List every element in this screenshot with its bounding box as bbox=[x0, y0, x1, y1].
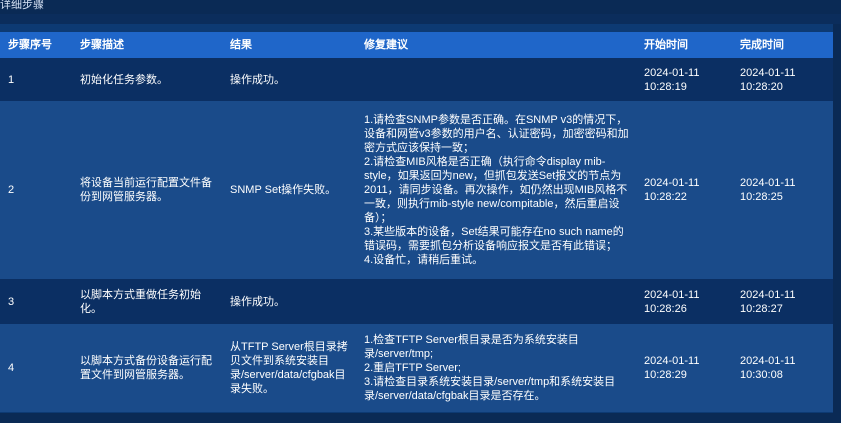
fix-line: 1.请检查SNMP参数是否正确。在SNMP v3的情况下，设备和网管v3参数的用… bbox=[364, 114, 629, 154]
table-header-row: 步骤序号 步骤描述 结果 修复建议 开始时间 完成时间 bbox=[0, 32, 836, 58]
cell-seq: 2 bbox=[8, 184, 15, 196]
cell-fix: 1.检查TFTP Server根目录是否为系统安装目录/server/tmp; … bbox=[356, 324, 636, 412]
start-time: 10:28:22 bbox=[644, 191, 687, 203]
section-title-bar: 详细步骤 bbox=[0, 0, 841, 14]
section-title: 详细步骤 bbox=[0, 0, 44, 11]
end-date: 2024-01-11 bbox=[740, 177, 796, 189]
table-row[interactable]: 3 以脚本方式重做任务初始化。 操作成功。 2024-01-11 10:28:2… bbox=[0, 279, 836, 324]
header-desc[interactable]: 步骤描述 bbox=[72, 32, 222, 58]
end-date: 2024-01-11 bbox=[740, 66, 796, 79]
fix-line: 2.重启TFTP Server; bbox=[364, 362, 461, 374]
cell-end-time: 2024-01-11 10:28:27 bbox=[732, 279, 836, 324]
fix-line: 1.检查TFTP Server根目录是否为系统安装目录/server/tmp; bbox=[364, 334, 579, 360]
steps-panel: 步骤序号 步骤描述 结果 修复建议 开始时间 完成时间 1 初始化任务参数。 操… bbox=[0, 24, 836, 413]
cell-start-time: 2024-01-11 10:28:29 bbox=[636, 324, 732, 412]
end-time: 10:28:20 bbox=[740, 80, 783, 93]
cell-desc: 初始化任务参数。 bbox=[80, 73, 168, 86]
header-result[interactable]: 结果 bbox=[222, 32, 356, 58]
cell-fix bbox=[356, 279, 636, 324]
end-time: 10:30:08 bbox=[740, 369, 783, 381]
cell-result: 操作成功。 bbox=[230, 73, 285, 86]
fix-line: 3.某些版本的设备，Set结果可能存在no such name的错误码，需要抓包… bbox=[364, 226, 624, 252]
start-date: 2024-01-11 bbox=[644, 355, 700, 367]
cell-start-time: 2024-01-11 10:28:22 bbox=[636, 101, 732, 279]
table-row[interactable]: 1 初始化任务参数。 操作成功。 2024-01-11 10:28:19 202… bbox=[0, 58, 836, 101]
cell-desc: 将设备当前运行配置文件备份到网管服务器。 bbox=[80, 177, 212, 203]
cell-start-time: 2024-01-11 10:28:19 bbox=[636, 58, 732, 101]
cell-fix: 1.请检查SNMP参数是否正确。在SNMP v3的情况下，设备和网管v3参数的用… bbox=[356, 101, 636, 279]
cell-desc: 以脚本方式重做任务初始化。 bbox=[80, 288, 201, 315]
fix-line: 4.设备忙，请稍后重试。 bbox=[364, 254, 484, 266]
table-row[interactable]: 4 以脚本方式备份设备运行配置文件到网管服务器。 从TFTP Server根目录… bbox=[0, 324, 836, 412]
cell-end-time: 2024-01-11 10:28:20 bbox=[732, 58, 836, 101]
start-date: 2024-01-11 bbox=[644, 177, 700, 189]
header-fix[interactable]: 修复建议 bbox=[356, 32, 636, 58]
fix-line: 2.请检查MIB风格是否正确（执行命令display mib-style，如果返… bbox=[364, 156, 628, 224]
header-start-time[interactable]: 开始时间 bbox=[636, 32, 732, 58]
panel-bottom-edge bbox=[0, 413, 841, 423]
table-row[interactable]: 2 将设备当前运行配置文件备份到网管服务器。 SNMP Set操作失败。 1.请… bbox=[0, 101, 836, 279]
end-time: 10:28:25 bbox=[740, 191, 783, 203]
vertical-scrollbar[interactable] bbox=[833, 24, 841, 413]
cell-end-time: 2024-01-11 10:28:25 bbox=[732, 101, 836, 279]
end-date: 2024-01-11 bbox=[740, 355, 796, 367]
cell-fix bbox=[356, 58, 636, 101]
cell-start-time: 2024-01-11 10:28:26 bbox=[636, 279, 732, 324]
start-time: 10:28:26 bbox=[644, 302, 687, 315]
cell-desc: 以脚本方式备份设备运行配置文件到网管服务器。 bbox=[80, 355, 212, 381]
cell-seq: 3 bbox=[8, 295, 15, 308]
header-seq[interactable]: 步骤序号 bbox=[0, 32, 72, 58]
start-date: 2024-01-11 bbox=[644, 288, 700, 301]
end-time: 10:28:27 bbox=[740, 302, 783, 315]
cell-result: SNMP Set操作失败。 bbox=[230, 184, 337, 196]
cell-seq: 1 bbox=[8, 73, 15, 86]
steps-table: 步骤序号 步骤描述 结果 修复建议 开始时间 完成时间 1 初始化任务参数。 操… bbox=[0, 32, 836, 412]
header-end-time[interactable]: 完成时间 bbox=[732, 32, 836, 58]
cell-result: 从TFTP Server根目录拷贝文件到系统安装目录/server/data/c… bbox=[230, 341, 348, 395]
start-time: 10:28:19 bbox=[644, 80, 687, 93]
fix-line: 3.请检查目录系统安装目录/server/tmp和系统安装目录/server/d… bbox=[364, 376, 616, 402]
cell-seq: 4 bbox=[8, 362, 15, 374]
cell-end-time: 2024-01-11 10:30:08 bbox=[732, 324, 836, 412]
start-date: 2024-01-11 bbox=[644, 66, 700, 79]
start-time: 10:28:29 bbox=[644, 369, 687, 381]
end-date: 2024-01-11 bbox=[740, 288, 796, 301]
cell-result: 操作成功。 bbox=[230, 295, 285, 308]
